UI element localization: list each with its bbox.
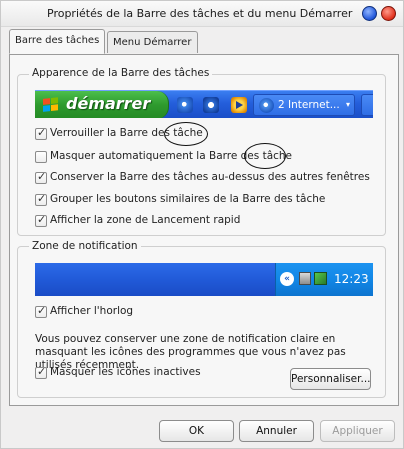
- show-clock-checkbox[interactable]: [35, 304, 47, 318]
- ok-button[interactable]: OK: [159, 420, 234, 442]
- taskbar-preview: démarrer 2 Internet... ▾: [35, 90, 373, 118]
- internet-explorer-icon: [259, 98, 274, 113]
- option-label: Conserver la Barre des tâches au-dessus …: [50, 171, 370, 183]
- tab-start-menu[interactable]: Menu Démarrer: [107, 31, 198, 53]
- dropdown-arrow-icon: ▾: [345, 100, 350, 109]
- option-label: Afficher l'horlog: [50, 305, 134, 317]
- option-label: Masquer les icônes inactives: [50, 366, 201, 378]
- hide-inactive-checkbox[interactable]: [35, 365, 47, 379]
- close-button[interactable]: [381, 6, 396, 21]
- title-bar[interactable]: Propriétés de la Barre des tâches et du …: [1, 1, 403, 27]
- auto-hide-checkbox[interactable]: [35, 151, 47, 163]
- quick-launch-checkbox[interactable]: [35, 213, 47, 227]
- system-tray-preview: « 12:23: [275, 263, 373, 296]
- start-label: démarrer: [66, 94, 151, 113]
- properties-window: Propriétés de la Barre des tâches et du …: [0, 0, 404, 449]
- apply-button[interactable]: Appliquer: [320, 420, 395, 442]
- keep-on-top-checkbox[interactable]: [35, 170, 47, 184]
- window-title: Propriétés de la Barre des tâches et du …: [47, 7, 353, 20]
- customize-button[interactable]: Personnaliser...: [290, 368, 371, 390]
- clock: 12:23: [334, 272, 369, 286]
- appearance-legend: Apparence de la Barre des tâches: [29, 67, 213, 79]
- help-button[interactable]: [362, 6, 377, 21]
- annotation-circle: [164, 122, 208, 146]
- taskbar-button-preview-partial: [361, 94, 373, 116]
- group-buttons-checkbox[interactable]: [35, 192, 47, 206]
- expand-chevron-icon: «: [280, 272, 294, 286]
- annotation-circle: [244, 143, 286, 169]
- option-label: Afficher la zone de Lancement rapid: [50, 214, 241, 226]
- start-button-preview: démarrer: [35, 91, 169, 118]
- cancel-button[interactable]: Annuler: [239, 420, 314, 442]
- task-button-label: 2 Internet...: [278, 99, 340, 111]
- lock-taskbar-checkbox[interactable]: [35, 126, 47, 140]
- taskbar-group-button-preview: 2 Internet... ▾: [253, 94, 355, 116]
- notification-legend: Zone de notification: [29, 240, 141, 252]
- option-label: Grouper les boutons similaires de la Bar…: [50, 193, 326, 205]
- tab-taskbar[interactable]: Barre des tâches: [9, 29, 105, 54]
- network-icon: [299, 272, 311, 285]
- safely-remove-hardware-icon: [314, 272, 327, 285]
- media-player-icon: [231, 97, 247, 113]
- windows-logo-icon: [43, 97, 59, 114]
- notification-area-preview: « 12:23: [35, 263, 373, 296]
- internet-explorer-icon: [177, 97, 193, 113]
- outlook-express-icon: [203, 97, 219, 113]
